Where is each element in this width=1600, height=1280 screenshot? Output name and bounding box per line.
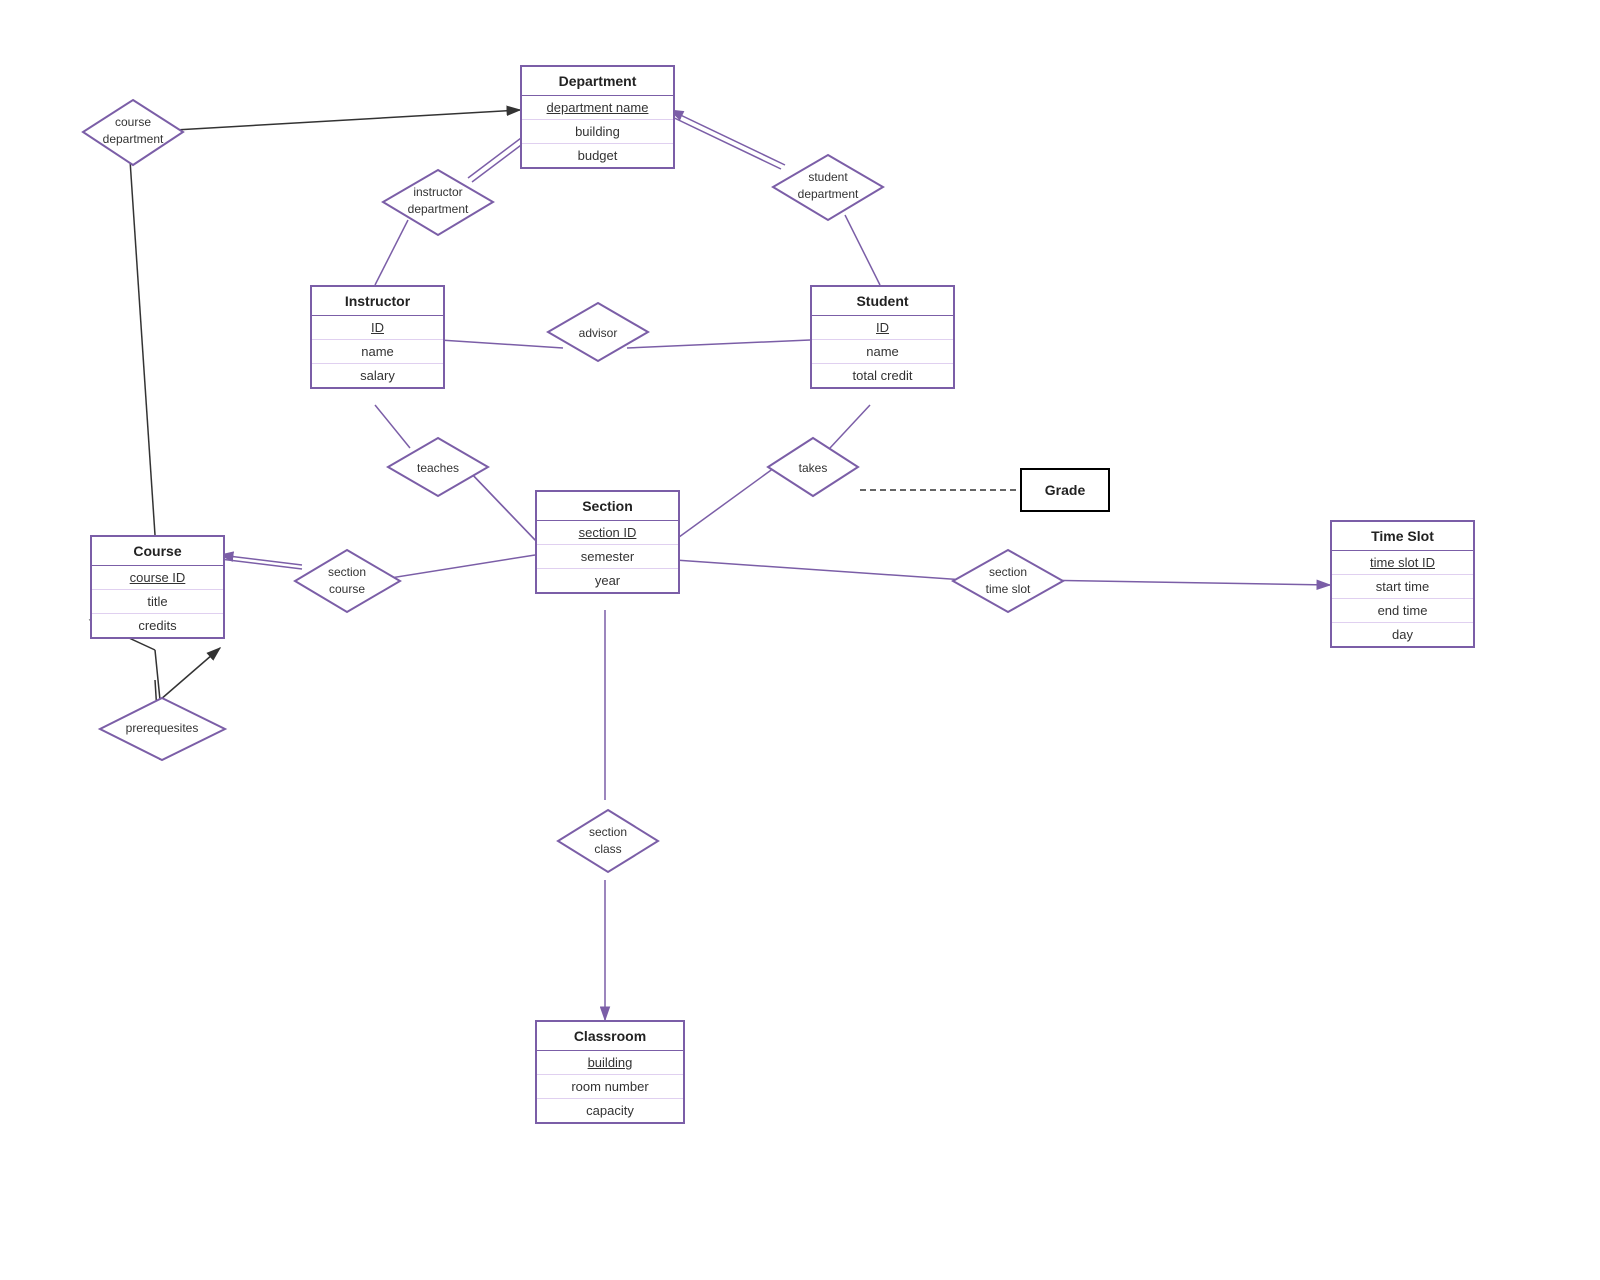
grade-title: Grade xyxy=(1041,478,1089,502)
student-attr-credit: total credit xyxy=(812,364,953,387)
svg-text:course: course xyxy=(329,582,365,596)
svg-text:instructor: instructor xyxy=(413,185,462,199)
section-class-diamond: section class xyxy=(553,805,663,877)
instructor-entity: Instructor ID name salary xyxy=(310,285,445,389)
advisor-diamond: advisor xyxy=(543,298,653,366)
timeslot-attr-id: time slot ID xyxy=(1332,551,1473,575)
svg-text:class: class xyxy=(594,842,621,856)
svg-text:advisor: advisor xyxy=(579,326,618,340)
teaches-diamond: teaches xyxy=(383,433,493,501)
student-attr-id: ID xyxy=(812,316,953,340)
course-attr-credits: credits xyxy=(92,614,223,637)
course-department-diamond: course department xyxy=(78,95,188,170)
section-entity: Section section ID semester year xyxy=(535,490,680,594)
svg-text:section: section xyxy=(989,565,1027,579)
department-attr-name: department name xyxy=(522,96,673,120)
course-entity: Course course ID title credits xyxy=(90,535,225,639)
section-course-diamond: section course xyxy=(290,545,405,617)
classroom-attr-room: room number xyxy=(537,1075,683,1099)
student-attr-name: name xyxy=(812,340,953,364)
classroom-entity: Classroom building room number capacity xyxy=(535,1020,685,1124)
svg-text:department: department xyxy=(408,202,469,216)
takes-diamond: takes xyxy=(763,433,863,501)
svg-text:takes: takes xyxy=(799,461,828,475)
student-title: Student xyxy=(812,287,953,316)
department-title: Department xyxy=(522,67,673,96)
instructor-department-diamond: instructor department xyxy=(378,165,498,240)
svg-text:section: section xyxy=(589,825,627,839)
svg-text:course: course xyxy=(115,115,151,129)
instructor-attr-id: ID xyxy=(312,316,443,340)
timeslot-attr-day: day xyxy=(1332,623,1473,646)
student-department-diamond: student department xyxy=(768,150,888,225)
svg-text:department: department xyxy=(103,132,164,146)
timeslot-attr-start: start time xyxy=(1332,575,1473,599)
instructor-attr-salary: salary xyxy=(312,364,443,387)
classroom-title: Classroom xyxy=(537,1022,683,1051)
section-timeslot-diamond: section time slot xyxy=(948,545,1068,617)
section-title: Section xyxy=(537,492,678,521)
course-attr-id: course ID xyxy=(92,566,223,590)
section-attr-year: year xyxy=(537,569,678,592)
svg-text:time slot: time slot xyxy=(986,582,1031,596)
svg-text:student: student xyxy=(808,170,848,184)
svg-text:department: department xyxy=(798,187,859,201)
classroom-attr-capacity: capacity xyxy=(537,1099,683,1122)
department-attr-budget: budget xyxy=(522,144,673,167)
grade-entity: Grade xyxy=(1020,468,1110,512)
student-entity: Student ID name total credit xyxy=(810,285,955,389)
svg-text:prerequesites: prerequesites xyxy=(126,721,199,735)
svg-text:section: section xyxy=(328,565,366,579)
svg-text:teaches: teaches xyxy=(417,461,459,475)
section-attr-semester: semester xyxy=(537,545,678,569)
course-attr-title: title xyxy=(92,590,223,614)
classroom-attr-building: building xyxy=(537,1051,683,1075)
prerequesites-diamond: prerequesites xyxy=(95,693,230,765)
instructor-attr-name: name xyxy=(312,340,443,364)
instructor-title: Instructor xyxy=(312,287,443,316)
section-attr-id: section ID xyxy=(537,521,678,545)
timeslot-title: Time Slot xyxy=(1332,522,1473,551)
timeslot-entity: Time Slot time slot ID start time end ti… xyxy=(1330,520,1475,648)
timeslot-attr-end: end time xyxy=(1332,599,1473,623)
course-title: Course xyxy=(92,537,223,566)
department-attr-building: building xyxy=(522,120,673,144)
department-entity: Department department name building budg… xyxy=(520,65,675,169)
